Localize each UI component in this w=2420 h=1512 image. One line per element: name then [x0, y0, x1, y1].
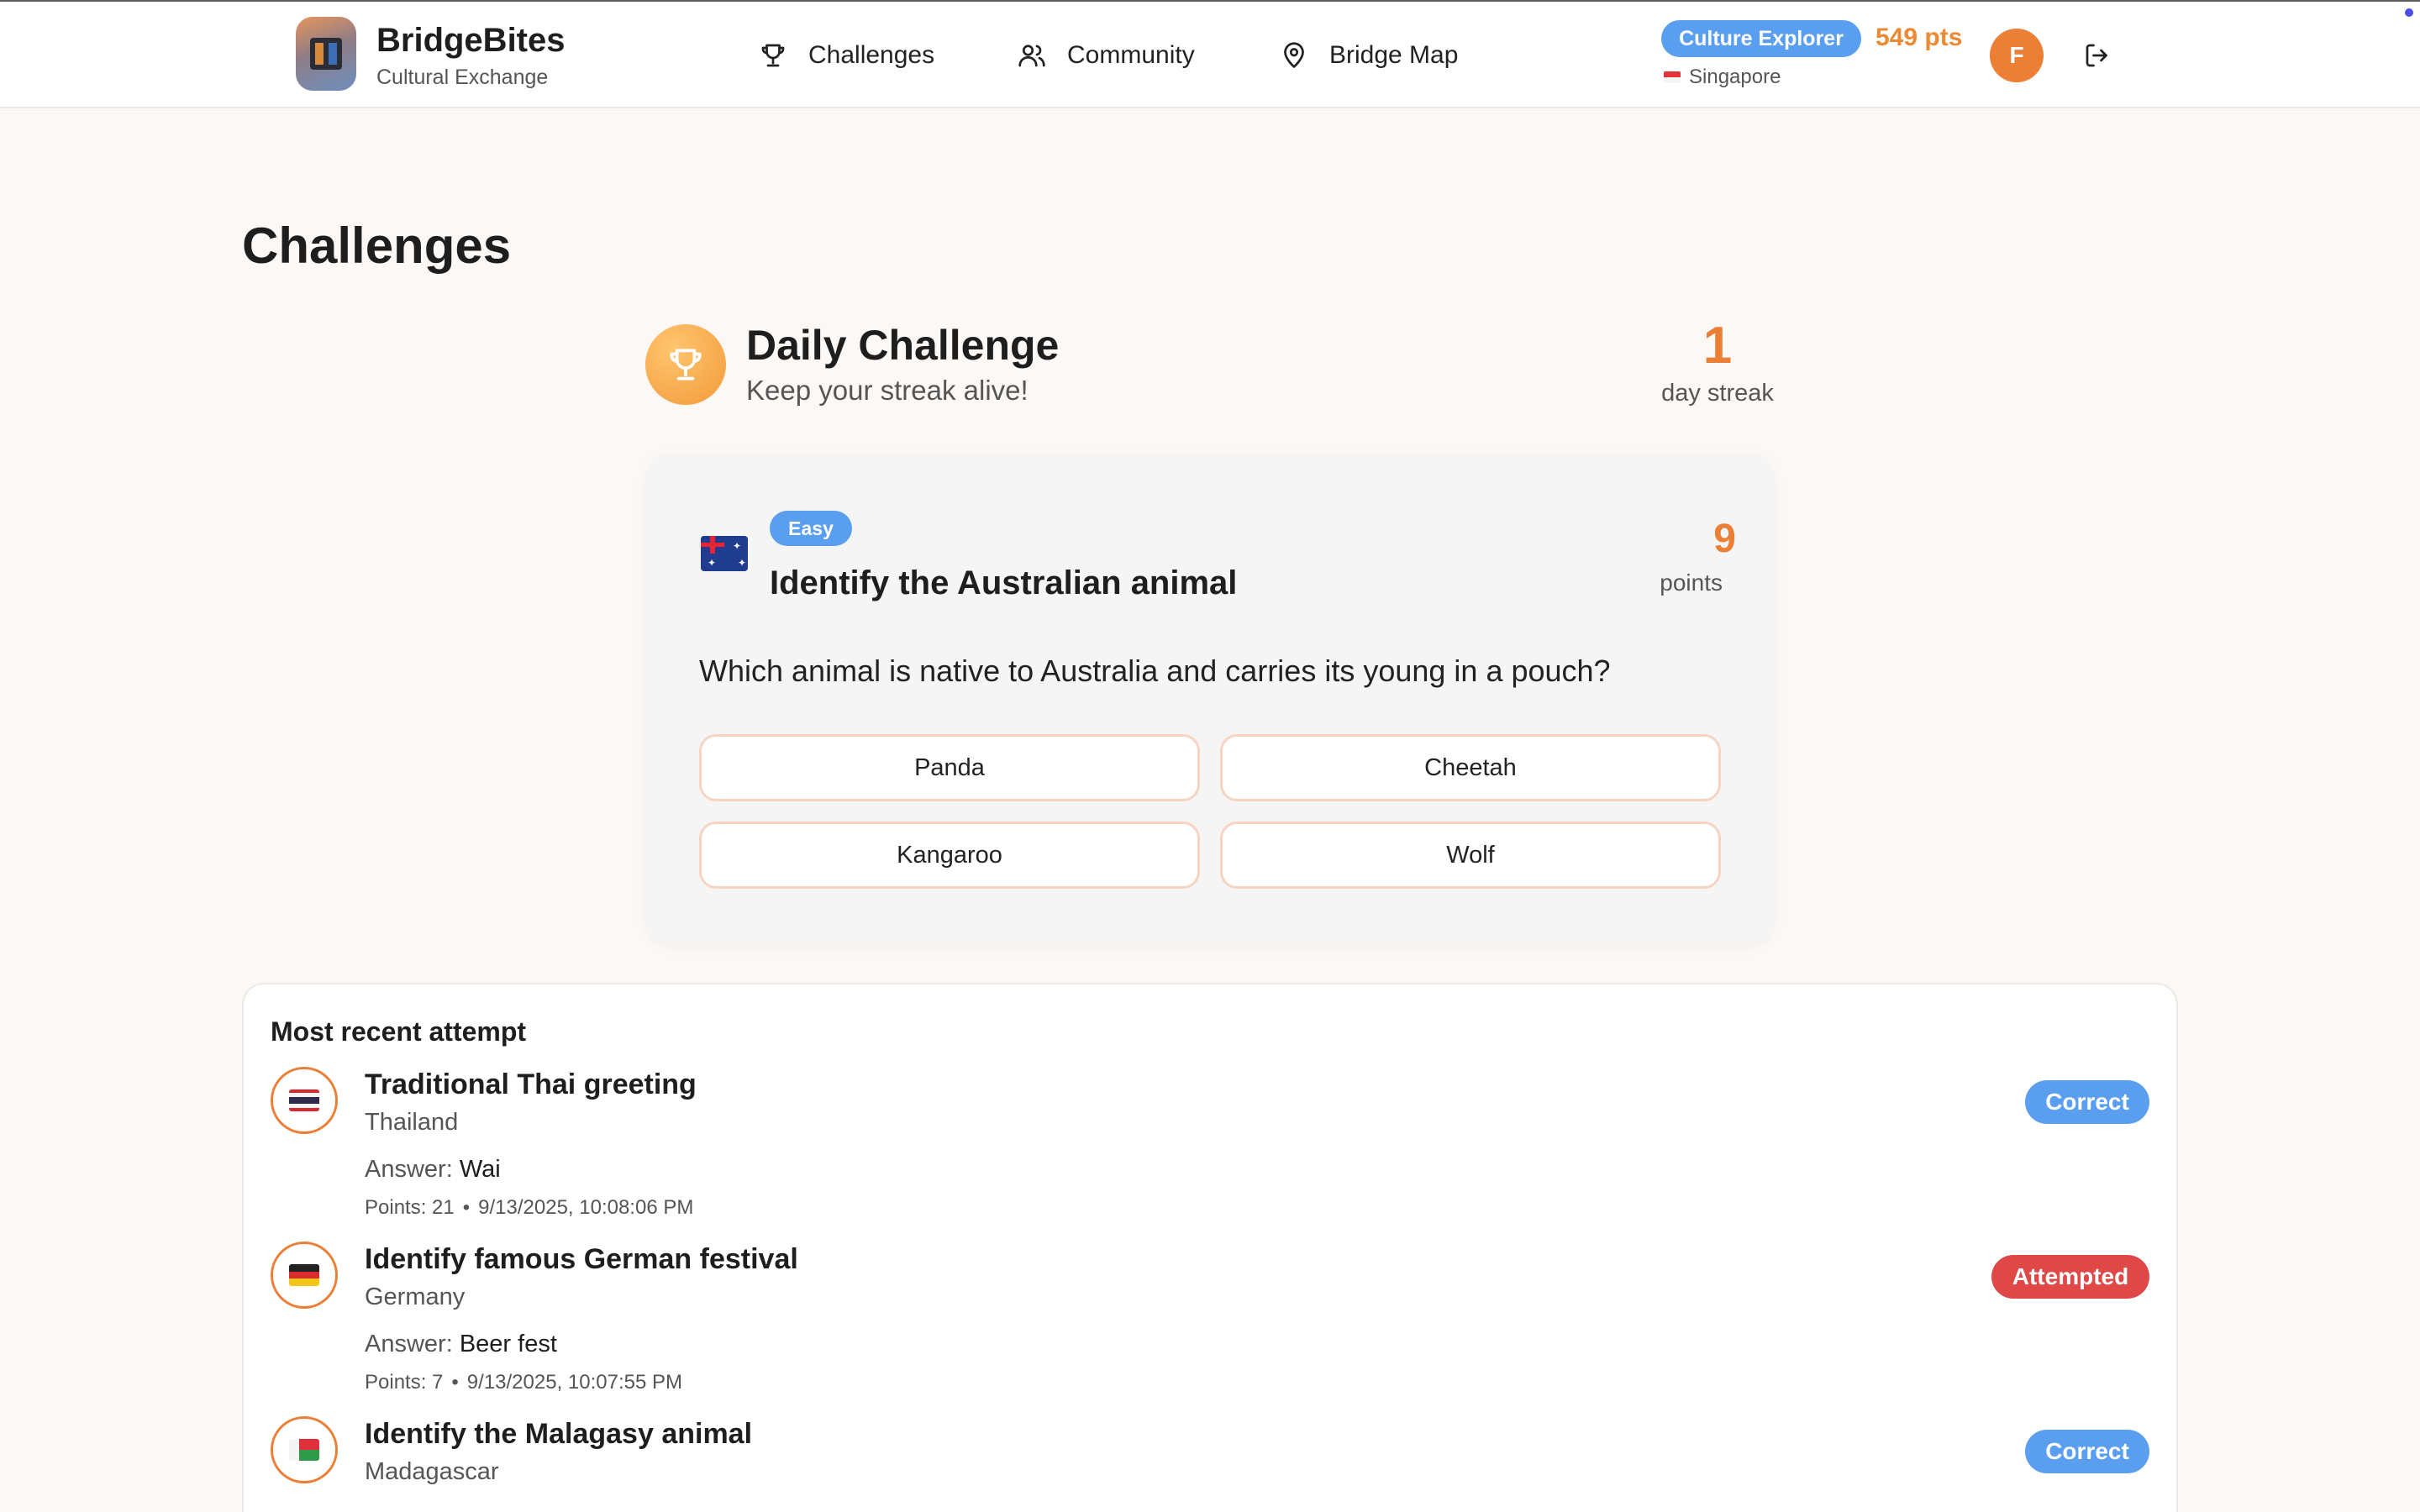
nav-community[interactable]: Community [1017, 32, 1195, 79]
attempt-meta: Points: 7 • 9/13/2025, 10:07:55 PM [365, 1371, 682, 1394]
difficulty-badge: Easy [770, 511, 852, 546]
user-rank-badge: Culture Explorer [1661, 20, 1861, 57]
daily-challenge-subtitle: Keep your streak alive! [746, 375, 1028, 406]
attempt-points: Points: 7 [365, 1371, 444, 1394]
users-icon [1018, 45, 1045, 67]
challenge-points: 9 [1713, 517, 1736, 561]
germany-flag-icon [289, 1264, 319, 1286]
nav-bridge-map[interactable]: Bridge Map [1279, 32, 1458, 79]
trophy-icon [670, 349, 702, 381]
attempt-meta: Points: 21 • 9/13/2025, 10:08:06 PM [365, 1196, 693, 1220]
bridge-logo-icon [310, 38, 342, 70]
madagascar-flag-icon [289, 1439, 319, 1461]
attempt-flag [271, 1067, 338, 1134]
brand-subtitle: Cultural Exchange [376, 66, 549, 89]
recent-attempts-title: Most recent attempt [271, 1016, 527, 1047]
user-avatar[interactable]: F [1990, 29, 2044, 82]
nav-challenges-label: Challenges [808, 41, 935, 69]
attempt-country: Germany [365, 1284, 466, 1310]
answer-option-panda[interactable]: Panda [699, 734, 1200, 801]
user-location-label: Singapore [1689, 66, 1781, 88]
user-location: Singapore [1664, 66, 1781, 89]
status-badge: Correct [2025, 1430, 2149, 1473]
user-points: 549 pts [1876, 24, 1963, 51]
status-badge: Attempted [1991, 1255, 2149, 1299]
page-title: Challenges [242, 218, 512, 274]
attempt-flag [271, 1242, 338, 1309]
meta-separator: • [451, 1371, 459, 1394]
attempt-timestamp: 9/13/2025, 10:07:55 PM [466, 1371, 682, 1394]
brand-name[interactable]: BridgeBites [376, 22, 566, 60]
map-pin-icon [1284, 42, 1304, 68]
meta-separator: • [462, 1196, 471, 1219]
daily-challenge-title: Daily Challenge [746, 322, 1060, 369]
answer-option-kangaroo[interactable]: Kangaroo [699, 822, 1200, 889]
trophy-icon [761, 44, 785, 67]
attempt-title: Traditional Thai greeting [365, 1068, 697, 1100]
singapore-flag-icon [1664, 71, 1681, 83]
thailand-flag-icon [289, 1089, 319, 1111]
attempt-points: Points: 21 [365, 1196, 455, 1219]
challenge-title: Identify the Australian animal [770, 564, 1238, 601]
answer-label: Answer: [365, 1331, 453, 1357]
brand-logo[interactable] [296, 17, 356, 91]
attempt-country: Madagascar [365, 1458, 499, 1485]
challenge-question: Which animal is native to Australia and … [699, 654, 1611, 688]
challenge-points-label: points [1660, 570, 1723, 596]
answer-option-cheetah[interactable]: Cheetah [1220, 734, 1721, 801]
nav-challenges[interactable]: Challenges [758, 32, 934, 79]
attempt-title: Identify famous German festival [365, 1243, 798, 1275]
answer-value: Beer fest [459, 1331, 557, 1357]
app-root: BridgeBites Cultural Exchange Challenges… [0, 0, 2420, 1512]
attempt-timestamp: 9/13/2025, 10:08:06 PM [478, 1196, 694, 1219]
status-badge: Correct [2025, 1080, 2149, 1124]
top-navigation-bar: BridgeBites Cultural Exchange Challenges… [0, 2, 2420, 108]
attempt-answer: Answer: Beer fest [365, 1331, 557, 1358]
answer-label: Answer: [365, 1156, 453, 1183]
australia-flag-icon: ✦ ✦ ✦ [701, 536, 748, 571]
logout-icon[interactable] [2082, 40, 2112, 71]
attempt-answer: Answer: Wai [365, 1156, 501, 1184]
notification-dot [2405, 8, 2413, 17]
nav-community-label: Community [1067, 41, 1195, 69]
daily-challenge-badge [645, 324, 726, 405]
streak-label: day streak [1661, 380, 1774, 407]
answer-option-wolf[interactable]: Wolf [1220, 822, 1721, 889]
attempt-title: Identify the Malagasy animal [365, 1418, 753, 1450]
streak-count: 1 [1702, 317, 1733, 375]
nav-bridge-map-label: Bridge Map [1329, 41, 1459, 69]
attempt-country: Thailand [365, 1109, 459, 1136]
attempt-flag [271, 1416, 338, 1483]
answer-value: Wai [459, 1156, 501, 1183]
